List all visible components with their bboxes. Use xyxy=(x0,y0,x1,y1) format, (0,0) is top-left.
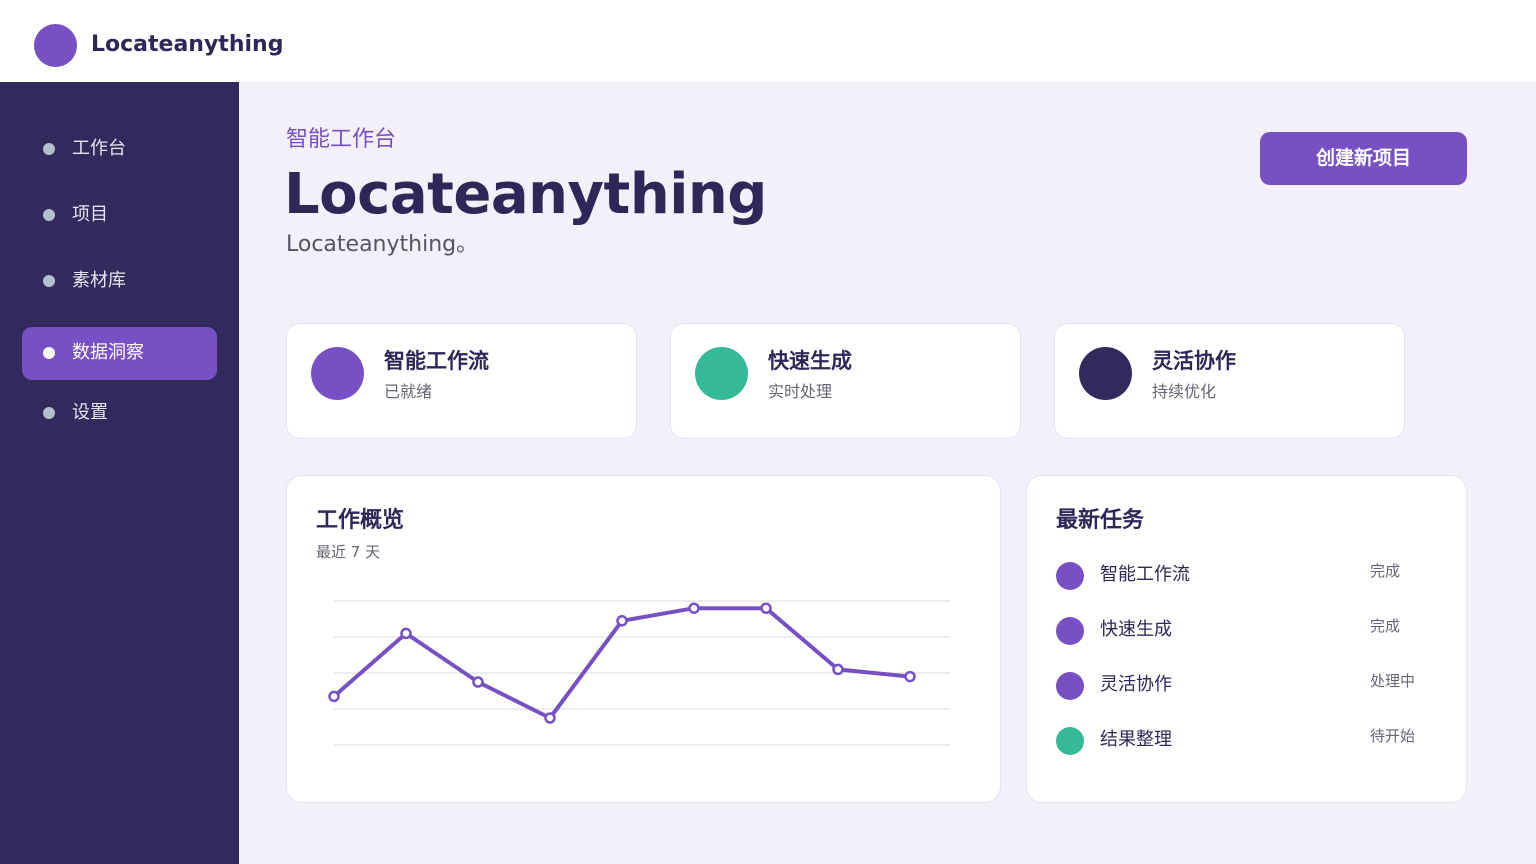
page-eyebrow: 智能工作台 xyxy=(286,127,397,152)
task-name: 结果整理 xyxy=(1100,729,1172,750)
sidebar-item-assets[interactable]: 素材库 xyxy=(22,255,217,308)
overview-line-chart xyxy=(328,600,950,746)
data-point xyxy=(328,690,340,703)
stat-title: 快速生成 xyxy=(768,349,852,373)
sidebar-item-insights[interactable]: 数据洞察 xyxy=(22,327,217,380)
stat-card-workflow[interactable]: 智能工作流 已就绪 xyxy=(286,323,637,439)
collaboration-icon xyxy=(1079,347,1132,400)
task-status: 完成 xyxy=(1370,562,1401,580)
task-status: 待开始 xyxy=(1370,727,1416,745)
generation-icon xyxy=(695,347,748,400)
tasks-panel: 最新任务 智能工作流 完成 快速生成 完成 灵活协作 处理中 结果整理 待开始 xyxy=(1026,475,1467,803)
stat-card-generation[interactable]: 快速生成 实时处理 xyxy=(670,323,1021,439)
data-point xyxy=(688,602,700,614)
task-item[interactable]: 智能工作流 完成 xyxy=(1056,555,1436,595)
page-title: Locateanything xyxy=(284,162,767,227)
task-status: 处理中 xyxy=(1370,672,1416,690)
sidebar-item-label: 项目 xyxy=(72,204,108,225)
stat-title: 智能工作流 xyxy=(384,349,489,373)
dot-icon xyxy=(43,209,55,221)
sidebar-item-label: 设置 xyxy=(72,402,108,423)
stat-subtitle: 实时处理 xyxy=(768,382,833,401)
data-point xyxy=(760,602,772,614)
task-name: 快速生成 xyxy=(1100,619,1172,640)
task-item[interactable]: 快速生成 完成 xyxy=(1056,610,1436,650)
main-content: 智能工作台 Locateanything Locateanything。 创建新… xyxy=(239,82,1536,864)
dot-icon xyxy=(43,143,55,155)
stat-title: 灵活协作 xyxy=(1152,349,1236,373)
sidebar-item-label: 数据洞察 xyxy=(72,342,144,363)
task-item[interactable]: 结果整理 待开始 xyxy=(1056,720,1436,760)
data-point xyxy=(616,615,628,627)
page-subtitle: Locateanything。 xyxy=(286,232,479,257)
top-bar: Locateanything xyxy=(0,0,1536,82)
data-point xyxy=(544,712,556,724)
data-point xyxy=(904,670,916,683)
sidebar-item-workbench[interactable]: 工作台 xyxy=(22,123,217,176)
dot-icon xyxy=(43,347,55,359)
data-point xyxy=(472,676,484,688)
dot-icon xyxy=(43,407,55,419)
stat-subtitle: 持续优化 xyxy=(1152,382,1217,401)
sidebar: 工作台 项目 素材库 数据洞察 设置 xyxy=(0,82,239,864)
sidebar-item-settings[interactable]: 设置 xyxy=(22,387,217,440)
task-status: 完成 xyxy=(1370,617,1401,635)
tasks-title: 最新任务 xyxy=(1056,508,1145,533)
sidebar-item-projects[interactable]: 项目 xyxy=(22,189,217,242)
task-name: 智能工作流 xyxy=(1100,564,1190,585)
task-item[interactable]: 灵活协作 处理中 xyxy=(1056,665,1436,705)
sidebar-item-label: 工作台 xyxy=(72,138,126,159)
dot-icon xyxy=(43,275,55,287)
stat-subtitle: 已就绪 xyxy=(384,382,433,401)
task-dot-icon xyxy=(1056,617,1084,645)
workflow-icon xyxy=(311,347,364,400)
task-name: 灵活协作 xyxy=(1100,674,1172,695)
data-point xyxy=(400,627,412,640)
task-dot-icon xyxy=(1056,672,1084,700)
task-dot-icon xyxy=(1056,562,1084,590)
logo-icon xyxy=(34,24,77,67)
overview-panel: 工作概览 最近 7 天 xyxy=(286,475,1001,803)
sidebar-item-label: 素材库 xyxy=(72,270,126,291)
create-project-button[interactable]: 创建新项目 xyxy=(1260,132,1467,185)
brand-name: Locateanything xyxy=(91,32,284,57)
stat-card-collaboration[interactable]: 灵活协作 持续优化 xyxy=(1054,323,1405,439)
task-dot-icon xyxy=(1056,727,1084,755)
data-point xyxy=(832,663,844,676)
